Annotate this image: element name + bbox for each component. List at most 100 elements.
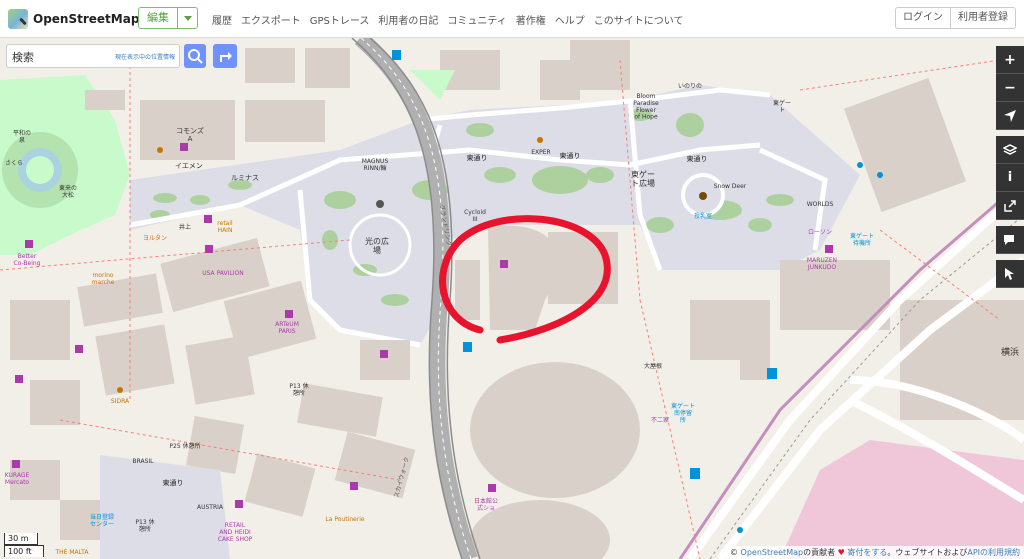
label-higashi-bottom: 東通り	[163, 478, 184, 487]
label-higashi-1: 東通り	[467, 153, 488, 162]
attrib-contrib: の貢献者	[803, 548, 836, 557]
label-kotai: 授乳室	[694, 212, 712, 220]
label-snowdeer: Snow Deer	[714, 183, 747, 190]
nav-about[interactable]: このサイトについて	[594, 12, 684, 27]
where-is-this-link[interactable]: 現在表示中の位置情報	[115, 52, 175, 61]
minus-icon: −	[1004, 79, 1016, 96]
round-pavilion	[470, 362, 640, 498]
building	[85, 90, 125, 110]
label-yokohama: 横浜	[1001, 346, 1019, 358]
label-malta: THE MALTA	[55, 549, 90, 556]
viewpoint-icon	[376, 200, 384, 208]
query-features-button[interactable]	[996, 260, 1024, 288]
label-morino: morino marche	[92, 272, 115, 286]
label-poutine: La Poutinerie	[325, 516, 364, 523]
attrib-api-link[interactable]: APIの利用規約	[967, 548, 1020, 557]
gift-icon	[180, 143, 188, 151]
gift-icon	[15, 375, 23, 383]
label-higashi-2: 東通り	[560, 151, 581, 160]
note-add-icon	[1004, 234, 1014, 245]
heart-icon: ♥	[837, 548, 845, 557]
label-fuji: 不二家	[651, 416, 669, 424]
label-sakura: さくら	[5, 160, 23, 167]
restaurant-icon	[117, 387, 123, 393]
search-button[interactable]	[184, 44, 206, 68]
attrib-donate-link[interactable]: 寄付をする	[847, 548, 887, 557]
label-retail-hain: retail HAIN	[217, 220, 233, 234]
label-exper: EXPER	[531, 149, 550, 156]
gift-icon	[205, 245, 213, 253]
monument-icon	[699, 192, 707, 200]
auth-buttons: ログイン 利用者登録	[895, 7, 1016, 29]
nav-history[interactable]: 履歴	[212, 12, 232, 27]
directions-button[interactable]	[213, 44, 237, 68]
label-kurage: KURAGE Mercato	[5, 472, 30, 486]
pond-island	[26, 156, 54, 184]
label-touroku: 当日登録センター	[90, 513, 114, 528]
attrib-suffix: 。ウェブサイトおよび	[887, 548, 968, 557]
query-cursor-icon	[1005, 267, 1014, 280]
label-worlds: WORLDS	[807, 201, 834, 208]
label-usa: USA PAVILION	[202, 270, 243, 277]
label-higashi-3: 東通り	[687, 154, 708, 163]
building	[305, 48, 350, 88]
nav-user-diaries[interactable]: 利用者の日記	[378, 12, 438, 27]
legend-button[interactable]: i	[996, 164, 1024, 192]
share-icon	[1004, 199, 1016, 212]
nav-community[interactable]: コミュニティ	[447, 12, 506, 27]
parking-icon	[690, 468, 700, 479]
attrib-osm-link[interactable]: OpenStreetMap	[741, 548, 804, 557]
label-magnus: MAGNUS RINN/輪	[362, 158, 389, 172]
gift-icon	[488, 484, 496, 492]
scale-metric: 30 m	[4, 533, 38, 545]
share-button[interactable]	[996, 192, 1024, 220]
gift-icon	[285, 310, 293, 318]
gift-icon	[204, 215, 212, 223]
bus-stop-icon	[463, 342, 472, 352]
search-input[interactable]: 検索	[12, 49, 34, 65]
label-sidra: SIDRA	[111, 398, 130, 405]
plus-icon: +	[1004, 51, 1016, 68]
info-dot	[877, 172, 883, 178]
gift-icon	[825, 245, 833, 253]
nav-gps-traces[interactable]: GPSトレース	[310, 12, 370, 27]
label-maruzen: MARUZEN JUNKUDO	[807, 257, 837, 271]
osm-logo[interactable]: OpenStreetMap	[8, 9, 139, 29]
geolocate-button[interactable]	[996, 102, 1024, 130]
edit-group: 編集	[138, 7, 198, 29]
site-header: OpenStreetMap 編集 履歴 エクスポート GPSトレース 利用者の日…	[0, 0, 1024, 38]
attribution: © OpenStreetMapの貢献者 ♥ 寄付をする。ウェブサイトおよびAPI…	[725, 546, 1024, 559]
add-note-button[interactable]	[996, 226, 1024, 254]
label-ikao: 井上	[179, 223, 191, 231]
label-higashigate: 東ゲート広場	[631, 169, 655, 188]
zoom-in-button[interactable]: +	[996, 46, 1024, 74]
gift-icon	[380, 350, 388, 358]
brand-name: OpenStreetMap	[33, 12, 140, 26]
layers-button[interactable]	[996, 136, 1024, 164]
search-field[interactable]: 検索 現在表示中の位置情報	[6, 44, 180, 68]
locate-arrow-icon	[1004, 109, 1016, 122]
gift-icon	[500, 260, 508, 268]
info-dot	[857, 162, 863, 168]
building	[455, 260, 480, 320]
edit-dropdown-button[interactable]	[178, 7, 198, 29]
login-button[interactable]: ログイン	[895, 7, 951, 29]
label-nihonkan: 日本館公式ショ	[474, 497, 498, 512]
nav-help[interactable]: ヘルプ	[555, 12, 585, 27]
zoom-out-button[interactable]: −	[996, 74, 1024, 102]
search-icon	[188, 49, 203, 64]
nav-copyright[interactable]: 著作権	[516, 12, 546, 27]
gift-icon	[12, 460, 20, 468]
nav-export[interactable]: エクスポート	[241, 12, 301, 27]
signup-button[interactable]: 利用者登録	[951, 7, 1016, 29]
cafe-icon	[157, 147, 163, 153]
label-higashigate-annai: 東ゲート待機所	[850, 232, 874, 247]
info-dot	[737, 527, 743, 533]
restaurant-icon	[537, 137, 543, 143]
info-icon: i	[1007, 170, 1013, 185]
building	[245, 100, 325, 142]
edit-button[interactable]: 編集	[138, 7, 178, 29]
label-daikaishu: 大屋根	[644, 362, 662, 370]
bus-stop-icon	[392, 50, 401, 60]
map-canvas[interactable]: コモンズ A イエメン MAGNUS RINN/輪 ルミナス 東通り 東通り 東通り…	[0, 38, 1024, 559]
